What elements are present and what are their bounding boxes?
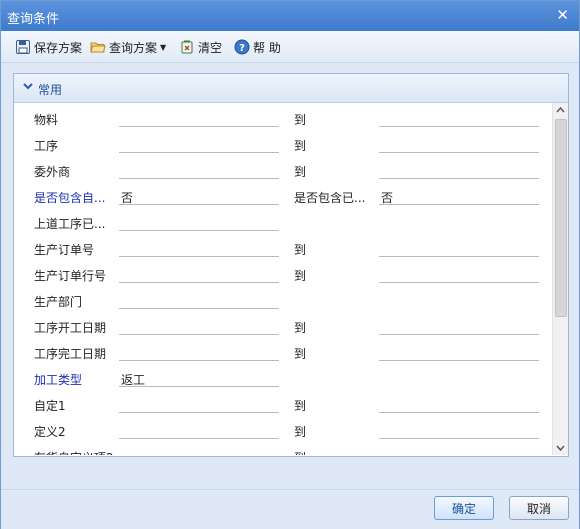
condition-from-field[interactable] — [119, 210, 279, 231]
condition-to-label: 到 — [294, 347, 307, 361]
query-scheme-label: 查询方案 — [109, 40, 158, 55]
condition-row: 工序开工日期 到 — [14, 311, 552, 337]
common-conditions-panel: 常用 物料到工序到委外商到是否包含自... 否是否包含已... 否上道工序已... 生… — [13, 73, 569, 457]
condition-row: 委外商 到 — [14, 155, 552, 181]
condition-label: 上道工序已... — [34, 217, 106, 231]
condition-to-label: 到 — [294, 113, 307, 127]
condition-to-label: 到 — [294, 425, 307, 439]
condition-to-field[interactable] — [379, 106, 539, 127]
condition-row: 加工类型 返工 — [14, 363, 552, 389]
condition-to-value: 否 — [381, 191, 394, 205]
condition-label: 自定1 — [34, 399, 66, 413]
condition-to-field[interactable]: 否 — [379, 184, 539, 205]
panel-header[interactable]: 常用 — [14, 74, 568, 103]
condition-from-value: 返工 — [121, 373, 146, 387]
condition-row: 是否包含自... 否 是否包含已... 否 — [14, 181, 552, 207]
condition-to-field[interactable] — [379, 314, 539, 335]
condition-label: 是否包含自... — [34, 191, 106, 205]
condition-from-field[interactable] — [119, 158, 279, 179]
save-icon — [16, 40, 30, 54]
condition-to-field[interactable] — [379, 236, 539, 257]
condition-row: 物料 到 — [14, 103, 552, 129]
condition-from-field[interactable] — [119, 340, 279, 361]
condition-from-field[interactable] — [119, 288, 279, 309]
condition-to-field[interactable] — [379, 418, 539, 439]
condition-from-field[interactable] — [119, 236, 279, 257]
condition-label: 生产部门 — [34, 295, 83, 309]
condition-from-field[interactable] — [119, 314, 279, 335]
condition-from-field[interactable] — [119, 262, 279, 283]
condition-label: 工序开工日期 — [34, 321, 107, 335]
toolbar: 保存方案 查询方案 ▼ 清空 ? 帮 助 — [1, 31, 579, 63]
condition-label: 存货自定义项2 — [34, 449, 114, 455]
condition-to-label: 到 — [294, 449, 306, 455]
scrollbar-thumb[interactable] — [555, 119, 567, 317]
cancel-button[interactable]: 取消 — [509, 496, 569, 520]
condition-label: 工序完工日期 — [34, 347, 107, 361]
condition-from-field[interactable] — [119, 418, 279, 439]
condition-row: 上道工序已... — [14, 207, 552, 233]
condition-to-label: 是否包含已... — [294, 191, 366, 205]
condition-to-field[interactable] — [379, 444, 539, 455]
scroll-up-arrow-icon[interactable] — [553, 103, 568, 118]
condition-to-label: 到 — [294, 243, 307, 257]
svg-text:?: ? — [239, 43, 245, 54]
condition-from-field[interactable] — [119, 132, 279, 153]
chevron-down-icon[interactable] — [23, 83, 33, 91]
condition-from-field[interactable]: 否 — [119, 184, 279, 205]
window-title: 查询条件 — [7, 12, 60, 27]
condition-row: 定义2 到 — [14, 415, 552, 441]
folder-open-icon — [90, 42, 106, 53]
condition-from-field[interactable] — [119, 106, 279, 127]
condition-label: 生产订单行号 — [34, 269, 107, 283]
condition-row: 生产订单号 到 — [14, 233, 552, 259]
condition-to-field[interactable] — [379, 262, 539, 283]
condition-to-label: 到 — [294, 321, 307, 335]
dialog-footer: 确定 取消 — [1, 489, 579, 529]
condition-label: 委外商 — [34, 165, 71, 179]
help-button[interactable]: ? 帮 助 — [234, 38, 281, 56]
condition-row: 生产部门 — [14, 285, 552, 311]
condition-from-field[interactable]: 返工 — [119, 366, 279, 387]
condition-row: 生产订单行号 到 — [14, 259, 552, 285]
vertical-scrollbar[interactable] — [552, 103, 568, 455]
ok-button[interactable]: 确定 — [434, 496, 494, 520]
condition-from-value: 否 — [121, 191, 134, 205]
condition-row: 自定1 到 — [14, 389, 552, 415]
condition-rows: 物料到工序到委外商到是否包含自... 否是否包含已... 否上道工序已... 生产订单… — [14, 103, 552, 455]
scroll-down-arrow-icon[interactable] — [553, 440, 568, 455]
clear-label: 清空 — [198, 40, 223, 55]
close-icon[interactable]: ✕ — [556, 7, 569, 23]
condition-to-field[interactable] — [379, 132, 539, 153]
save-scheme-label: 保存方案 — [34, 40, 83, 55]
condition-to-field[interactable] — [379, 158, 539, 179]
condition-label: 定义2 — [34, 425, 66, 439]
help-icon: ? — [234, 39, 250, 55]
dropdown-arrow-icon: ▼ — [160, 42, 167, 52]
query-dialog: 查询条件 ✕ 保存方案 查询方案 ▼ 清空 ? 帮 助 常用 物料 到 工序 到… — [0, 0, 580, 529]
condition-to-field[interactable] — [379, 340, 539, 361]
condition-to-field[interactable] — [379, 392, 539, 413]
query-scheme-dropdown[interactable]: 查询方案 ▼ — [90, 38, 166, 56]
condition-label: 工序 — [34, 139, 59, 153]
condition-from-field[interactable] — [119, 392, 279, 413]
condition-label: 物料 — [34, 113, 59, 127]
condition-row: 存货自定义项2 到 — [14, 441, 552, 455]
condition-to-label: 到 — [294, 139, 307, 153]
title-bar: 查询条件 ✕ — [1, 1, 579, 31]
panel-title: 常用 — [38, 83, 63, 97]
save-scheme-button[interactable]: 保存方案 — [15, 38, 82, 56]
condition-label: 生产订单号 — [34, 243, 95, 257]
condition-from-field[interactable] — [119, 444, 279, 455]
condition-row: 工序 到 — [14, 129, 552, 155]
help-label: 帮 助 — [253, 40, 281, 55]
clear-button[interactable]: 清空 — [179, 38, 222, 56]
condition-to-label: 到 — [294, 269, 307, 283]
condition-to-label: 到 — [294, 399, 307, 413]
condition-row: 工序完工日期 到 — [14, 337, 552, 363]
condition-to-label: 到 — [294, 165, 307, 179]
clear-icon — [181, 40, 193, 54]
condition-label: 加工类型 — [34, 373, 83, 387]
